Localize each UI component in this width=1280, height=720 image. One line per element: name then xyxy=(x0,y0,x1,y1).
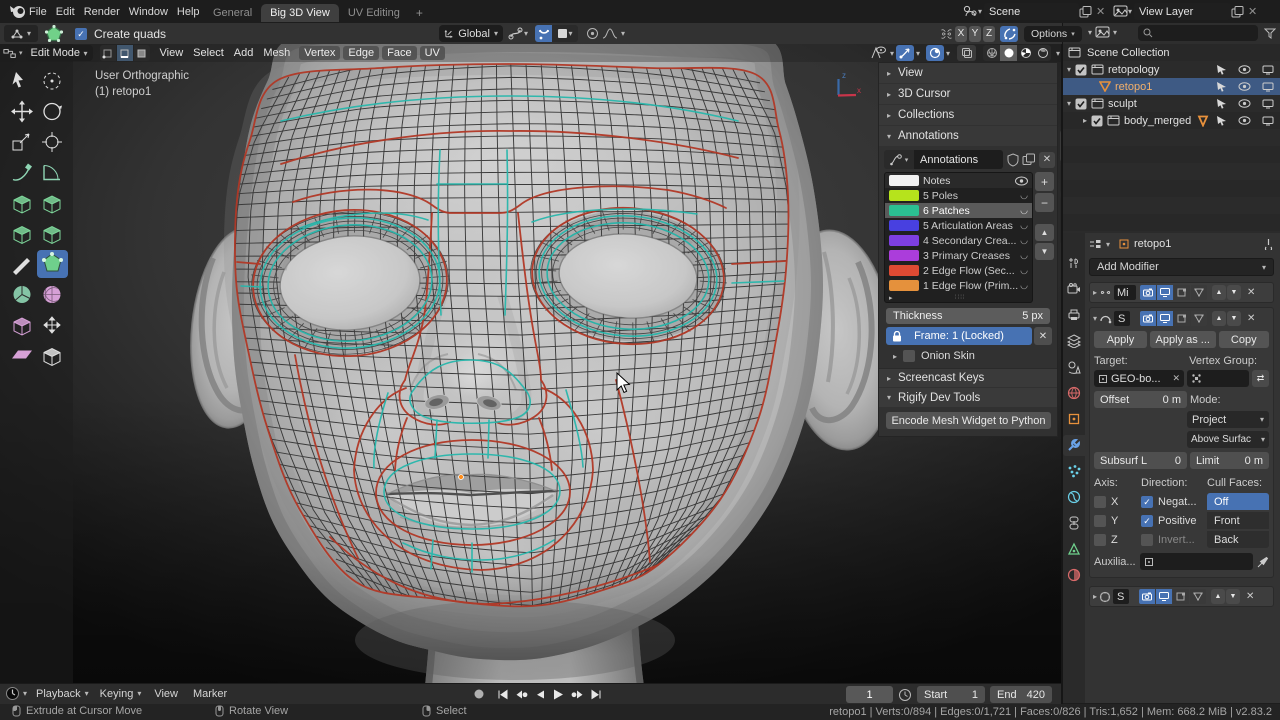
svg-text:(1) retopo1: (1) retopo1 xyxy=(95,86,151,98)
svg-text:z: z xyxy=(842,71,846,80)
svg-text:User Orthographic: User Orthographic xyxy=(95,70,189,82)
svg-text:x: x xyxy=(857,86,861,95)
